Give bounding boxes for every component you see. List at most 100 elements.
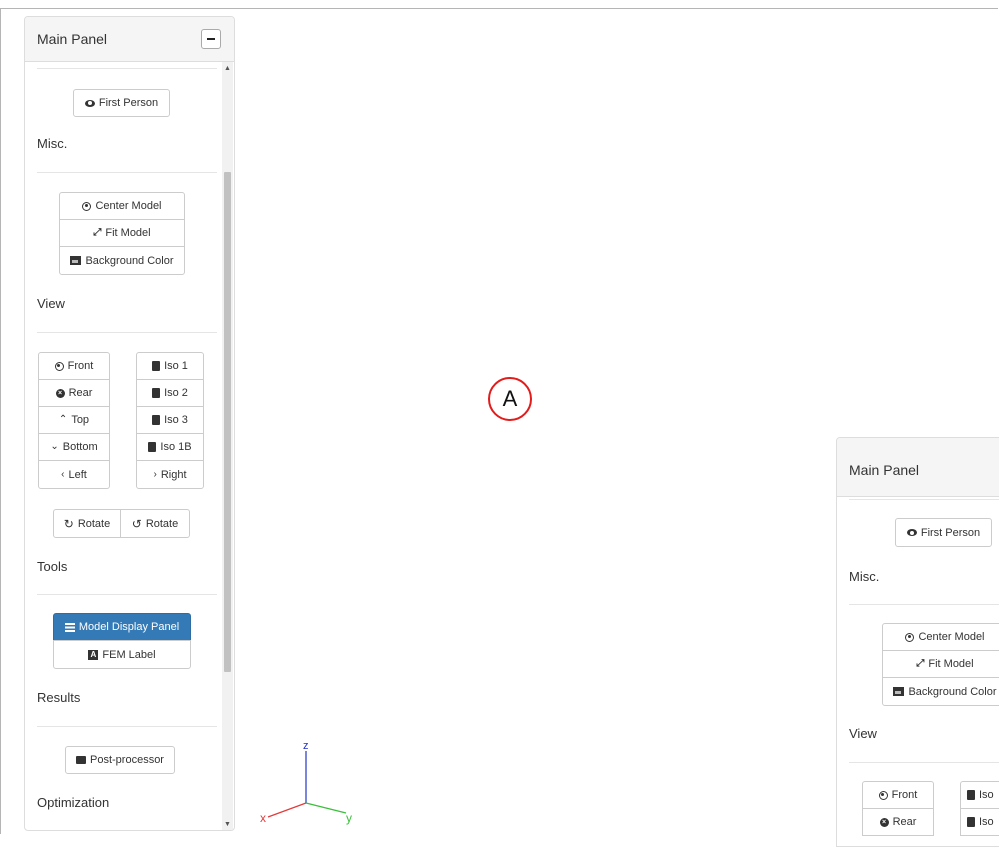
target-icon: [82, 201, 92, 211]
panel-scroll-area[interactable]: First Person Misc. Center Model ⤢ Fit Mo…: [25, 62, 234, 830]
top-view-button[interactable]: ⌃ Top: [38, 406, 110, 434]
fem-label-button[interactable]: A FEM Label: [53, 640, 191, 669]
rear-label: Rear: [68, 387, 93, 399]
eye-icon: [906, 529, 917, 536]
panel-title: Main Panel: [849, 462, 920, 478]
rotate-ccw-icon: ↺: [131, 516, 142, 531]
section-tools: Tools: [37, 559, 68, 574]
fit-model-label: Fit Model: [928, 658, 974, 670]
panel-heading: Main Panel: [25, 17, 234, 62]
divider: [37, 172, 217, 173]
iso1-label: Iso 1: [164, 360, 188, 372]
book-icon: [148, 442, 157, 452]
axes-gizmo: z x y: [260, 740, 352, 825]
section-view: View: [849, 726, 877, 741]
panel-scrollbar[interactable]: ▲ ▼: [222, 62, 233, 830]
center-model-button[interactable]: Center Model: [59, 192, 185, 220]
first-person-button[interactable]: First Person: [73, 89, 170, 117]
scroll-up-icon[interactable]: ▲: [222, 62, 233, 74]
section-optimization: Optimization: [37, 795, 110, 810]
secondary-main-panel: Main Panel First Person Misc. Center Mod…: [836, 437, 999, 847]
front-label: Front: [891, 789, 918, 801]
center-model-label: Center Model: [918, 631, 985, 643]
target-icon: [54, 361, 64, 371]
book-icon: [967, 790, 975, 800]
picture-icon: [893, 687, 905, 696]
printer-icon: [76, 756, 86, 764]
first-person-label: First Person: [920, 526, 981, 539]
first-person-label: First Person: [98, 97, 159, 109]
x-circle-icon: ×: [55, 388, 65, 398]
scroll-thumb[interactable]: [224, 172, 231, 672]
collapse-button[interactable]: [201, 29, 221, 49]
section-misc: Misc.: [37, 136, 68, 151]
iso1-view-button[interactable]: Iso 1: [136, 352, 204, 380]
bottom-view-button[interactable]: ⌄ Bottom: [38, 433, 110, 461]
target-icon: [878, 790, 888, 800]
front-view-button[interactable]: Front: [38, 352, 110, 380]
target-icon: [905, 632, 915, 642]
post-processor-button[interactable]: Post-processor: [65, 746, 175, 774]
x-axis-label: x: [260, 811, 266, 825]
fullscreen-icon: ⤢: [916, 658, 925, 669]
fit-model-button[interactable]: ⤢ Fit Model: [882, 650, 999, 678]
marker-label: A: [502, 386, 518, 411]
background-color-label: Background Color: [908, 685, 997, 698]
background-color-button[interactable]: Background Color: [59, 246, 185, 275]
divider: [37, 332, 217, 333]
section-view: View: [37, 296, 65, 311]
iso-label: Iso: [979, 789, 994, 801]
rotate-ccw-button[interactable]: ↺ Rotate: [120, 509, 190, 538]
background-color-button[interactable]: Background Color: [882, 677, 999, 706]
front-view-button[interactable]: Front: [862, 781, 934, 809]
background-color-label: Background Color: [85, 254, 174, 267]
divider: [849, 604, 999, 605]
rotate-ccw-label: Rotate: [145, 517, 179, 530]
panel-title: Main Panel: [37, 31, 108, 47]
top-label: Top: [71, 414, 90, 426]
divider: [849, 499, 999, 500]
left-view-button[interactable]: ‹ Left: [38, 460, 110, 489]
rotate-cw-button[interactable]: ↻ Rotate: [53, 509, 121, 538]
y-axis-label: y: [346, 811, 352, 825]
fem-label-label: FEM Label: [102, 648, 156, 661]
iso3-label: Iso 3: [164, 414, 188, 426]
first-person-button[interactable]: First Person: [895, 518, 992, 547]
model-display-panel-label: Model Display Panel: [78, 621, 180, 633]
fit-model-button[interactable]: ⤢ Fit Model: [59, 219, 185, 247]
bottom-label: Bottom: [62, 441, 98, 453]
book-icon: [967, 817, 975, 827]
center-model-button[interactable]: Center Model: [882, 623, 999, 651]
rear-view-button[interactable]: × Rear: [862, 808, 934, 836]
iso1b-label: Iso 1B: [160, 441, 192, 453]
annotation-marker: A: [488, 377, 532, 421]
right-view-button[interactable]: › Right: [136, 460, 204, 489]
rotate-cw-icon: ↻: [63, 516, 74, 531]
chevron-up-icon: ⌃: [58, 414, 68, 425]
rear-view-button[interactable]: × Rear: [38, 379, 110, 407]
post-processor-label: Post-processor: [90, 754, 164, 766]
rear-label: Rear: [892, 816, 917, 828]
panel-heading: Main Panel: [837, 438, 999, 497]
y-axis-line: [305, 802, 347, 814]
iso2-label: Iso 2: [164, 387, 188, 399]
center-model-label: Center Model: [95, 200, 162, 212]
fit-model-label: Fit Model: [105, 227, 151, 239]
list-icon: [64, 622, 75, 632]
rotate-cw-label: Rotate: [77, 517, 111, 530]
iso-view-button[interactable]: Iso: [960, 781, 999, 809]
iso1b-view-button[interactable]: Iso 1B: [136, 433, 204, 461]
iso3-view-button[interactable]: Iso 3: [136, 406, 204, 434]
book-icon: [152, 361, 161, 371]
iso-view-button[interactable]: Iso: [960, 808, 999, 836]
section-results: Results: [37, 690, 81, 705]
iso2-view-button[interactable]: Iso 2: [136, 379, 204, 407]
font-icon: A: [88, 649, 99, 660]
left-label: Left: [68, 468, 87, 481]
model-display-panel-button[interactable]: Model Display Panel: [53, 613, 191, 641]
chevron-right-icon: ›: [153, 468, 157, 480]
front-label: Front: [67, 360, 94, 372]
divider: [37, 68, 217, 69]
scroll-down-icon[interactable]: ▼: [222, 818, 233, 830]
x-circle-icon: ×: [879, 817, 889, 827]
